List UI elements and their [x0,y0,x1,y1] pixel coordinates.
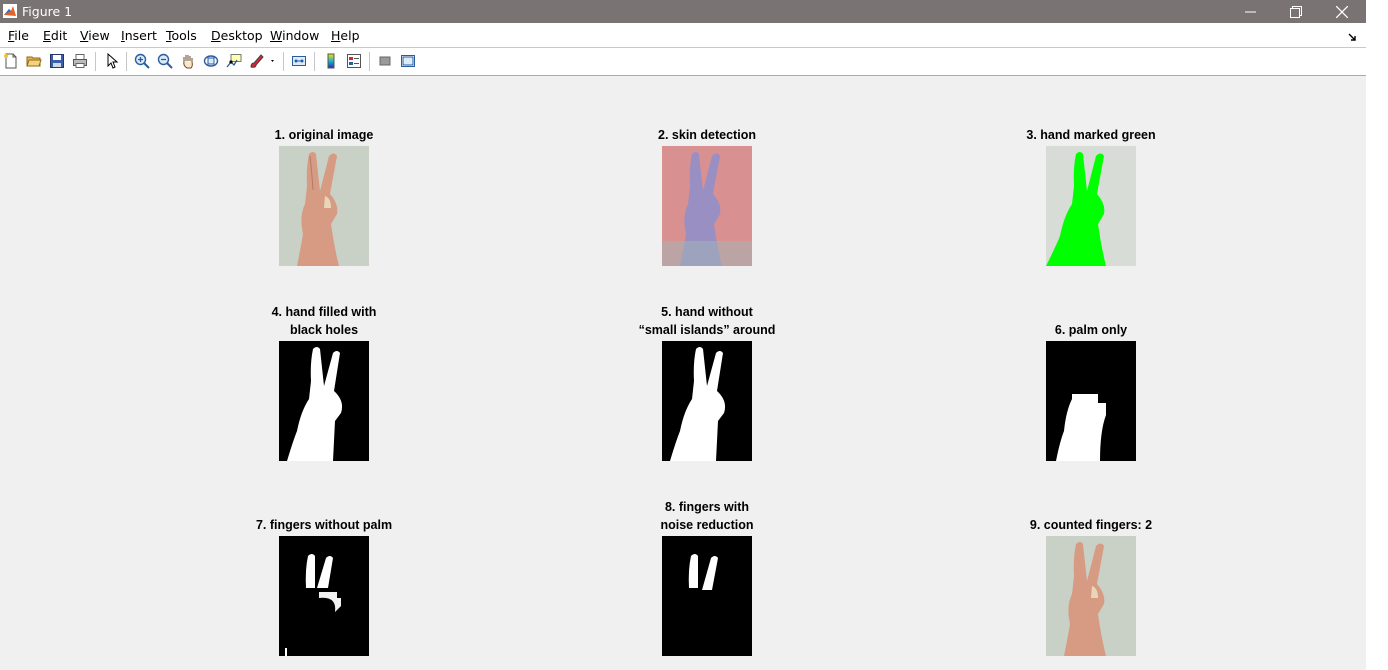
subplot-title-1: 1. original image [274,128,374,142]
subplot-title-6: 6. palm only [1054,323,1128,337]
subplot-title-3: 3. hand marked green [1026,128,1156,142]
subplot-image-fingers-clean[interactable] [662,536,752,656]
subplot-image-counted-fingers[interactable] [1046,536,1136,656]
menu-edit[interactable]: Edit [43,28,67,43]
menu-tools[interactable]: Tools [166,28,197,43]
restore-icon [1290,5,1302,18]
show-plot-tools-icon[interactable] [400,53,416,69]
pointer-icon[interactable] [104,52,120,69]
subplot-image-hand-no-islands[interactable] [662,341,752,461]
window-edge [1366,0,1388,670]
zoom-in-icon[interactable] [134,53,150,69]
close-button[interactable] [1319,0,1365,23]
rotate-3d-icon[interactable] [203,53,219,69]
close-icon [1336,5,1348,18]
legend-icon[interactable] [346,53,362,69]
toolbar-separator [126,52,127,71]
subplot-image-fingers-raw[interactable] [279,536,369,656]
data-cursor-icon[interactable] [226,53,242,69]
brush-icon[interactable] [249,53,277,69]
subplot-title-7: 7. fingers without palm [255,518,393,532]
menu-file[interactable]: File [8,28,29,43]
matlab-logo-icon [3,4,17,18]
dock-figure-icon[interactable] [1348,30,1358,45]
menu-window[interactable]: Window [270,28,319,43]
menu-bar: File Edit View Insert Tools Desktop Wind… [0,23,1366,47]
toolbar-separator [314,52,315,71]
colorbar-icon[interactable] [323,53,339,69]
toolbar-separator [95,52,96,71]
menu-help[interactable]: Help [331,28,360,43]
figure-toolbar [0,48,1366,76]
subplot-image-skin-detection[interactable] [662,146,752,266]
subplot-image-hand-marked-green[interactable] [1046,146,1136,266]
minimize-button[interactable] [1227,0,1273,23]
subplot-title-9: 9. counted fingers: 2 [1029,518,1153,532]
menu-view[interactable]: View [80,28,110,43]
toolbar-separator [283,52,284,71]
subplot-image-palm-only[interactable] [1046,341,1136,461]
window-title-bar: Figure 1 [0,0,1366,23]
link-plot-icon[interactable] [291,53,307,69]
print-icon[interactable] [72,53,88,69]
subplot-title-4: 4. hand filled with black holes [271,305,377,337]
menu-insert[interactable]: Insert [121,28,157,43]
hide-plot-tools-icon[interactable] [377,53,393,69]
pan-icon[interactable] [180,53,196,69]
subplot-title-8: 8. fingers with noise reduction [660,500,754,532]
subplot-title-2: 2. skin detection [658,128,756,142]
figure-canvas: 1. original image 2. skin detection 3. h… [0,76,1366,670]
restore-button[interactable] [1273,0,1319,23]
toolbar-separator [369,52,370,71]
save-icon[interactable] [49,53,65,69]
menu-desktop[interactable]: Desktop [211,28,263,43]
subplot-title-5: 5. hand without “small islands” around [638,305,776,337]
zoom-out-icon[interactable] [157,53,173,69]
subplot-image-original[interactable] [279,146,369,266]
subplot-image-hand-filled[interactable] [279,341,369,461]
new-figure-icon[interactable] [3,53,19,69]
minimize-icon [1244,11,1256,13]
window-title: Figure 1 [22,4,73,19]
open-file-icon[interactable] [26,53,42,69]
